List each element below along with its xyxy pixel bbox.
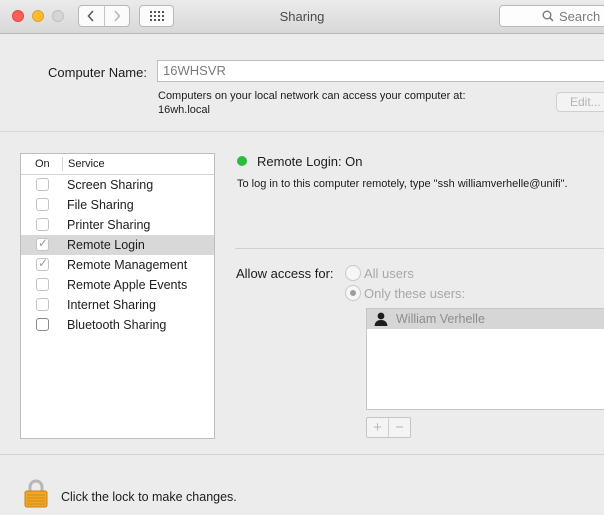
service-row-screen-sharing[interactable]: Screen Sharing [21,175,214,195]
column-on-header[interactable]: On [35,158,50,170]
column-service-header[interactable]: Service [68,158,105,170]
allowed-users-list: William Verhelle [366,308,604,410]
user-list-controls: + − [366,417,411,438]
service-label: Screen Sharing [67,178,154,192]
edit-hostname-button[interactable]: Edit... [556,92,604,112]
service-label: Bluetooth Sharing [67,318,167,332]
service-row-remote-apple-events[interactable]: Remote Apple Events [21,275,214,295]
service-checkbox[interactable] [36,298,49,311]
service-row-remote-login[interactable]: ✓ Remote Login [21,235,214,255]
service-row-remote-management[interactable]: ✓ Remote Management [21,255,214,275]
service-row-file-sharing[interactable]: File Sharing [21,195,214,215]
service-list-header: On Service [21,154,214,175]
checkmark-icon: ✓ [38,236,49,250]
search-icon [542,10,554,22]
service-label: Remote Management [67,258,188,272]
computer-name-label: Computer Name: [48,65,147,80]
allow-access-label: Allow access for: [236,266,334,281]
service-label: Internet Sharing [67,298,156,312]
user-row[interactable]: William Verhelle [367,309,604,329]
all-users-label: All users [364,266,414,281]
search-field[interactable]: Search [499,5,604,27]
computer-name-field[interactable]: 16WHSVR [157,60,604,82]
service-checkbox[interactable] [36,278,49,291]
service-row-internet-sharing[interactable]: Internet Sharing [21,295,214,315]
computer-name-section: Computer Name: 16WHSVR Computers on your… [0,35,604,132]
service-label: Remote Login [67,238,145,252]
search-placeholder: Search [559,8,601,24]
ssh-instructions: To log in to this computer remotely, typ… [237,178,568,190]
service-checkbox[interactable] [36,218,49,231]
service-checkbox[interactable] [36,178,49,191]
title-bar: Sharing Search [0,0,604,34]
only-these-users-radio[interactable] [345,285,361,301]
lock-message: Click the lock to make changes. [61,490,237,504]
computer-name-help: Computers on your local network can acce… [158,89,466,117]
computer-name-help-line: Computers on your local network can acce… [158,90,466,102]
service-list: On Service Screen Sharing File Sharing P… [20,153,215,439]
user-name: William Verhelle [396,312,485,326]
remove-user-button[interactable]: − [388,418,410,437]
add-user-button[interactable]: + [367,418,388,437]
service-row-bluetooth-sharing[interactable]: Bluetooth Sharing [21,315,214,335]
only-these-users-label: Only these users: [364,286,466,301]
section-divider [235,248,604,249]
status-indicator-icon [237,156,247,166]
service-checkbox[interactable] [36,198,49,211]
local-hostname: 16wh.local [158,104,210,116]
user-icon [374,312,388,326]
service-checkbox[interactable]: ✓ [36,256,49,271]
checkmark-icon: ✓ [38,256,49,270]
lock-icon[interactable] [24,479,48,508]
column-divider [62,157,63,171]
footer-divider [0,454,604,455]
service-checkbox[interactable]: ✓ [36,236,49,251]
service-status: Remote Login: On [257,154,363,169]
service-label: Printer Sharing [67,218,151,232]
service-label: Remote Apple Events [67,278,188,292]
service-label: File Sharing [67,198,134,212]
service-row-printer-sharing[interactable]: Printer Sharing [21,215,214,235]
all-users-radio[interactable] [345,265,361,281]
service-checkbox[interactable] [36,318,49,331]
